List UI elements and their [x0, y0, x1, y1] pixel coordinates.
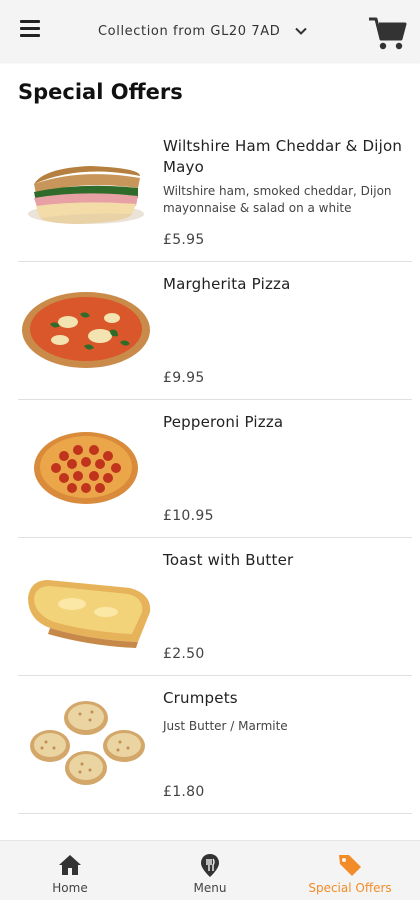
bottom-navigation: Home Menu Special Offers: [0, 840, 420, 900]
item-name: Pepperoni Pizza: [163, 413, 284, 431]
item-name: Crumpets: [163, 689, 238, 707]
item-price: £10.95: [163, 508, 214, 524]
offers-list: Wiltshire Ham Cheddar & Dijon Mayo Wilts…: [0, 124, 420, 814]
list-item[interactable]: Margherita Pizza £9.95: [18, 262, 412, 400]
item-name: Wiltshire Ham Cheddar & Dijon Mayo: [163, 137, 403, 176]
item-description: Just Butter / Marmite: [163, 719, 288, 733]
top-bar: Collection from GL20 7AD: [0, 0, 420, 62]
tab-menu-label: Menu: [193, 881, 227, 895]
sandwich-image: [28, 166, 144, 224]
list-item[interactable]: Wiltshire Ham Cheddar & Dijon Mayo Wilts…: [18, 124, 412, 262]
location-label: Collection from GL20 7AD: [98, 23, 281, 39]
crumpets-image: [30, 701, 145, 785]
home-icon: [59, 855, 81, 875]
app: Collection from GL20 7AD Special Offers: [0, 0, 420, 900]
tab-special-offers-label: Special Offers: [308, 881, 392, 895]
toast-image: [28, 580, 151, 648]
main-content: Special Offers Wiltshire Ham Cheddar & D…: [0, 62, 420, 840]
page-title: Special Offers: [18, 80, 183, 104]
location-selector[interactable]: Collection from GL20 7AD: [98, 20, 308, 42]
list-item[interactable]: Toast with Butter £2.50: [18, 538, 412, 676]
item-price: £9.95: [163, 370, 205, 386]
map-pin-icon: [201, 854, 219, 877]
tab-home[interactable]: Home: [0, 841, 140, 900]
cart-icon[interactable]: [368, 14, 408, 52]
item-price: £5.95: [163, 232, 205, 248]
chevron-down-icon: [295, 27, 308, 35]
item-description: Wiltshire ham, smoked cheddar, Dijon may…: [163, 184, 392, 215]
menu-icon[interactable]: [20, 20, 40, 38]
item-name: Margherita Pizza: [163, 275, 291, 293]
item-name: Toast with Butter: [163, 551, 294, 569]
tab-home-label: Home: [52, 881, 88, 895]
tab-menu[interactable]: Menu: [140, 841, 280, 900]
tag-icon: [339, 855, 361, 876]
item-price: £1.80: [163, 784, 205, 800]
margherita-pizza-image: [22, 292, 150, 368]
item-price: £2.50: [163, 646, 205, 662]
list-item[interactable]: Crumpets Just Butter / Marmite £1.80: [18, 676, 412, 814]
tab-special-offers[interactable]: Special Offers: [280, 841, 420, 900]
list-item[interactable]: Pepperoni Pizza £10.95: [18, 400, 412, 538]
pepperoni-pizza-image: [34, 432, 138, 504]
